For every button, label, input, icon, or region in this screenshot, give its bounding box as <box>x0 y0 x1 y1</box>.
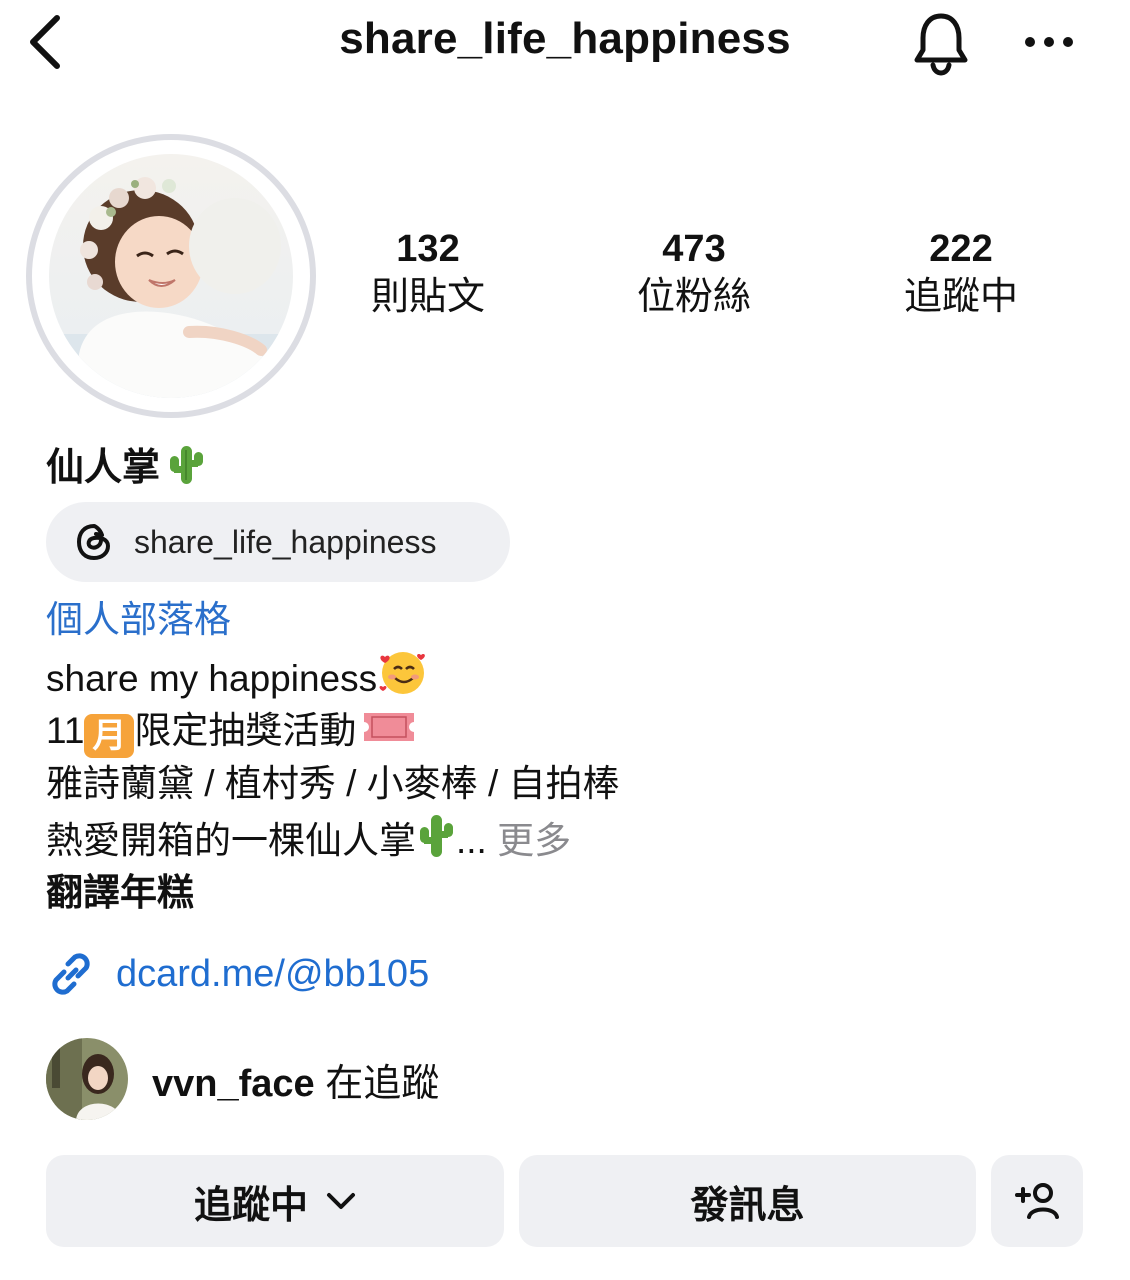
bio-line-1: share my happiness <box>46 647 620 706</box>
ellipsis-icon <box>1025 37 1073 47</box>
mutual-follower-username[interactable]: vvn_face <box>152 1063 315 1105</box>
mutual-follower-avatar[interactable] <box>46 1038 128 1120</box>
threads-handle: share_life_happiness <box>134 523 437 560</box>
link-icon <box>52 953 90 995</box>
threads-badge[interactable]: share_life_happiness <box>46 502 510 582</box>
bio-line-2-number: 11 <box>46 710 85 751</box>
followers-count[interactable]: 473 位粉絲 <box>594 226 794 322</box>
bio-line-4: 熱愛開箱的一棵仙人掌 ... 更多 <box>46 811 620 868</box>
posts-label: 則貼文 <box>370 276 485 318</box>
profile-bio: 個人部落格 share my happiness 11 月限定抽獎活動 雅詩蘭黛 … <box>46 594 620 920</box>
following-number: 222 <box>929 228 993 270</box>
followers-number: 473 <box>662 228 726 270</box>
bio-line-4-text: 熱愛開箱的一棵仙人掌 <box>46 819 416 861</box>
followers-label: 位粉絲 <box>636 276 751 318</box>
bio-line-3: 雅詩蘭黛 / 植村秀 / 小麥棒 / 自拍棒 <box>46 763 620 804</box>
chevron-down-icon <box>327 1193 355 1209</box>
bio-line-2: 11 月限定抽獎活動 <box>46 705 620 758</box>
message-button-label: 發訊息 <box>690 1184 805 1227</box>
mutual-follower-suffix: 在追蹤 <box>314 1062 440 1105</box>
following-label: 追蹤中 <box>903 276 1018 318</box>
suggest-users-button[interactable] <box>991 1155 1083 1247</box>
posts-number: 132 <box>396 228 460 270</box>
smiling-face-with-hearts-emoji-icon <box>379 651 426 694</box>
profile-avatar[interactable] <box>26 134 316 418</box>
following-count[interactable]: 222 追蹤中 <box>861 226 1061 322</box>
display-name-text: 仙人掌 <box>46 447 161 489</box>
more-options-button[interactable] <box>1016 20 1082 64</box>
message-button[interactable]: 發訊息 <box>519 1155 976 1247</box>
posts-count[interactable]: 132 則貼文 <box>328 226 528 322</box>
threads-icon <box>76 523 111 561</box>
mutual-follower: vvn_face 在追蹤 <box>46 1038 439 1120</box>
profile-photo <box>49 154 293 398</box>
top-bar: share_life_happiness <box>0 0 1130 90</box>
following-button-label: 追蹤中 <box>193 1184 308 1227</box>
profile-category: 個人部落格 <box>46 599 231 640</box>
link-url: dcard.me/@bb105 <box>116 952 430 995</box>
mutual-follower-text: vvn_face 在追蹤 <box>152 1052 439 1107</box>
following-button[interactable]: 追蹤中 <box>46 1155 504 1247</box>
translate-link[interactable]: 翻譯年糕 <box>46 867 620 920</box>
more-link[interactable]: 更多 <box>497 820 571 861</box>
bio-ellipsis: ... <box>456 819 498 861</box>
notifications-button[interactable] <box>906 8 976 78</box>
bio-line-2-text: 限定抽獎活動 <box>134 710 357 751</box>
bell-icon <box>914 13 968 76</box>
add-user-icon <box>1015 1183 1059 1219</box>
cactus-emoji-icon <box>420 814 453 857</box>
display-name: 仙人掌 <box>46 436 206 491</box>
cactus-emoji-icon <box>170 445 204 484</box>
bio-line-1-text: share my happiness <box>46 657 378 699</box>
calendar-month-emoji-icon: 月 <box>84 714 135 758</box>
ticket-emoji-icon <box>364 713 415 741</box>
external-link[interactable]: dcard.me/@bb105 <box>46 950 429 998</box>
